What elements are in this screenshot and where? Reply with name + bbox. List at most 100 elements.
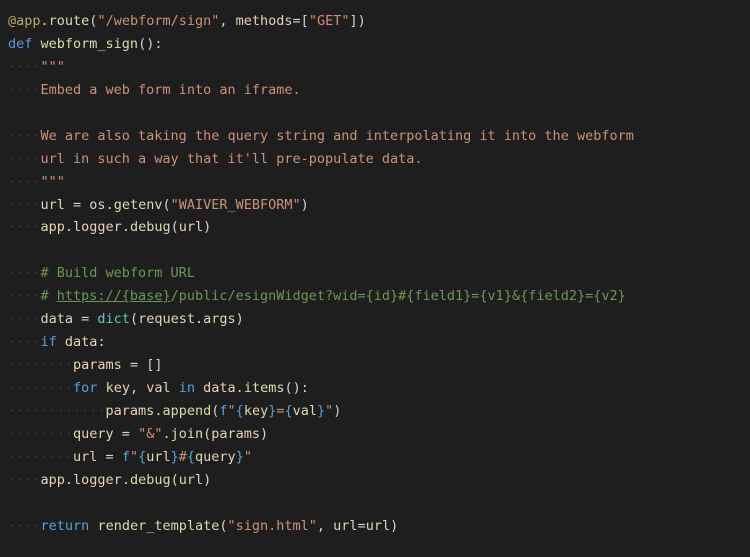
- code-line: ····if data:: [8, 331, 742, 354]
- token: # Build webform URL: [41, 265, 195, 281]
- token: methods: [236, 13, 293, 29]
- token: .: [162, 426, 170, 442]
- code-line: ············params.append(f"{key}={val}"…: [8, 400, 742, 423]
- token: [171, 380, 179, 396]
- token: "sign.html": [228, 518, 317, 534]
- token: data: [41, 311, 74, 327]
- token: [97, 380, 105, 396]
- token: url: [333, 518, 357, 534]
- token: route: [49, 13, 90, 29]
- token: .: [106, 197, 114, 213]
- code-line: ········params = []: [8, 354, 742, 377]
- token: val: [293, 403, 317, 419]
- token: query: [73, 426, 114, 442]
- indent-guide: ····: [8, 219, 41, 235]
- token: .: [122, 219, 130, 235]
- code-line: ····url = os.getenv("WAIVER_WEBFORM"): [8, 194, 742, 217]
- token: ": [244, 449, 252, 465]
- token: ": [130, 449, 138, 465]
- token: url: [179, 472, 203, 488]
- indent-guide: ····: [8, 151, 41, 167]
- token: ,: [130, 380, 146, 396]
- token: (: [130, 311, 138, 327]
- token: ): [301, 197, 309, 213]
- token: }: [236, 449, 244, 465]
- indent-guide: ····: [41, 426, 74, 442]
- token: "WAIVER_WEBFORM": [171, 197, 301, 213]
- indent-guide: ····: [8, 403, 41, 419]
- indent-guide: ····: [8, 357, 41, 373]
- token: os: [89, 197, 105, 213]
- code-line: [8, 102, 742, 125]
- code-line: ····# https://{base}/public/esignWidget?…: [8, 285, 742, 308]
- token: params: [73, 357, 122, 373]
- token: "&": [138, 426, 162, 442]
- token: =: [293, 13, 301, 29]
- token: "/webform/sign": [97, 13, 219, 29]
- token: logger: [73, 219, 122, 235]
- token: ): [203, 472, 211, 488]
- indent-guide: ····: [8, 426, 41, 442]
- token: ():: [284, 380, 308, 396]
- token: .: [65, 219, 73, 235]
- token: https://{base}: [57, 288, 171, 304]
- code-line: ····return render_template("sign.html", …: [8, 515, 742, 538]
- token: Embed a web form into an iframe.: [41, 82, 301, 98]
- indent-guide: ····: [41, 357, 74, 373]
- token: ": [228, 403, 236, 419]
- token: ): [260, 426, 268, 442]
- code-block: @app.route("/webform/sign", methods=["GE…: [8, 10, 742, 538]
- token: ,: [317, 518, 333, 534]
- indent-guide: ····: [8, 380, 41, 396]
- token: append: [162, 403, 211, 419]
- code-line: ········for key, val in data.items():: [8, 377, 742, 400]
- token: .: [122, 472, 130, 488]
- code-line: ····We are also taking the query string …: [8, 125, 742, 148]
- token: :: [97, 334, 105, 350]
- code-line: [8, 492, 742, 515]
- token: "GET": [309, 13, 350, 29]
- code-line: ····data = dict(request.args): [8, 308, 742, 331]
- token: app: [41, 472, 65, 488]
- indent-guide: ····: [8, 265, 41, 281]
- code-line: ········url = f"{url}#{query}": [8, 446, 742, 469]
- token: #: [179, 449, 187, 465]
- token: =: [358, 518, 366, 534]
- token: ): [236, 311, 244, 327]
- token: [57, 334, 65, 350]
- token: .: [41, 13, 49, 29]
- token: {: [284, 403, 292, 419]
- token: webform_sign: [41, 36, 139, 52]
- code-line: ····app.logger.debug(url): [8, 469, 742, 492]
- token: =: [97, 449, 121, 465]
- token: url: [73, 449, 97, 465]
- token: val: [146, 380, 170, 396]
- token: (: [219, 518, 227, 534]
- token: key: [244, 403, 268, 419]
- indent-guide: ····: [8, 174, 41, 190]
- token: dict: [97, 311, 130, 327]
- token: ): [333, 403, 341, 419]
- token: args: [203, 311, 236, 327]
- token: items: [244, 380, 285, 396]
- token: key: [106, 380, 130, 396]
- token: We are also taking the query string and …: [41, 128, 634, 144]
- token: ]): [349, 13, 365, 29]
- token: }: [171, 449, 179, 465]
- token: ,: [219, 13, 235, 29]
- code-line: ····""": [8, 56, 742, 79]
- indent-guide: ····: [8, 311, 41, 327]
- token: for: [73, 380, 97, 396]
- indent-guide: ····: [8, 472, 41, 488]
- token: f: [122, 449, 130, 465]
- token: .: [195, 311, 203, 327]
- token: {: [187, 449, 195, 465]
- token: #: [41, 288, 57, 304]
- token: params: [106, 403, 155, 419]
- token: }: [317, 403, 325, 419]
- token: []: [146, 357, 162, 373]
- token: params: [211, 426, 260, 442]
- token: (: [171, 472, 179, 488]
- token: @app: [8, 13, 41, 29]
- indent-guide: ····: [8, 334, 41, 350]
